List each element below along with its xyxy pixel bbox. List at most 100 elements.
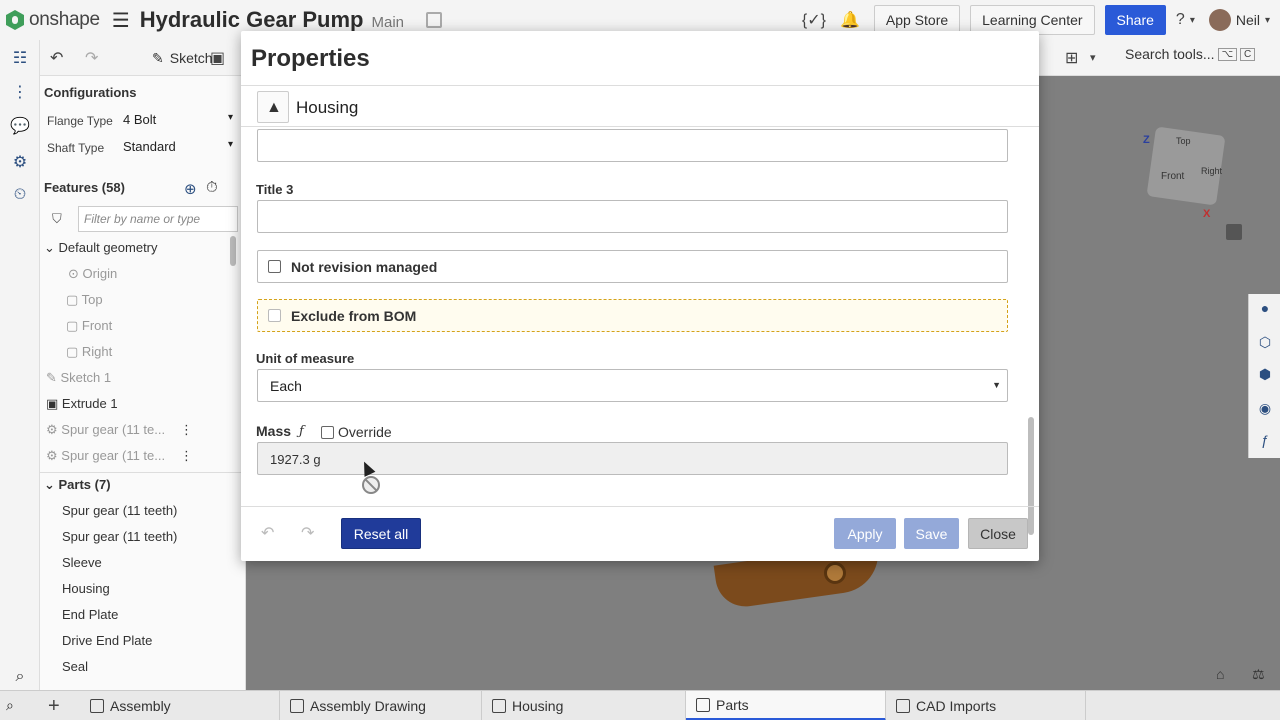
part-item[interactable]: Spur gear (11 teeth) [62,503,177,518]
undo-icon[interactable]: ↶ [50,48,63,68]
comments-icon[interactable]: 💬 [10,116,30,136]
part-item[interactable]: Drive End Plate [62,633,152,648]
variable-icon[interactable]: {✓} [802,10,826,30]
drawing-icon [492,699,506,713]
redo-icon[interactable]: ↷ [85,48,98,68]
view-cube-front[interactable]: Front [1161,171,1184,182]
view-options-icon[interactable] [1226,224,1242,240]
camera-icon[interactable]: ◉ [1257,400,1273,416]
axis-z-label: Z [1143,134,1150,146]
feature-options-icon[interactable]: ⋮ [180,422,193,438]
units-icon[interactable]: ⚖ [1252,666,1265,683]
measure-icon[interactable]: ⌂ [1216,666,1224,682]
sketch-button[interactable]: ✎ Sketch [152,46,213,70]
rollback-timer-icon[interactable]: ⏱ [206,179,218,196]
user-name[interactable]: Neil [1236,12,1260,28]
tab-manager-icon[interactable]: ⌕ [6,697,14,714]
tree-item-right[interactable]: ▢ Right [66,344,112,360]
title3-input[interactable] [257,200,1008,233]
not-revision-managed-row[interactable]: Not revision managed [257,250,1008,283]
select-caret-icon: ▼ [992,380,1001,390]
tab-housing[interactable]: Housing [482,691,686,720]
instances-icon[interactable]: ⋮ [10,82,30,102]
help-caret-icon[interactable]: ▾ [1190,15,1195,26]
dialog-scrollbar[interactable] [1028,417,1034,535]
avatar[interactable] [1208,9,1231,31]
configurations-title: Configurations [44,85,137,100]
toolbar-caret-icon[interactable]: ▾ [1090,51,1096,64]
tree-item-top[interactable]: ▢ Top [66,292,103,308]
document-info-icon[interactable] [426,12,443,28]
view-cube-right[interactable]: Right [1201,166,1222,176]
document-title[interactable]: Hydraulic Gear Pump [140,7,364,33]
config-label-flange: Flange Type [47,114,113,128]
extrude-icon[interactable]: ▣ [210,48,225,68]
tab-cad-imports[interactable]: CAD Imports [886,691,1086,720]
feature-filter-input[interactable]: Filter by name or type [78,206,238,232]
user-menu-caret-icon[interactable]: ▾ [1265,15,1270,26]
feature-panel: Configurations Flange Type 4 Bolt Shaft … [40,76,246,690]
parts-title[interactable]: ⌄ Parts (7) [44,477,111,493]
share-button[interactable]: Share [1104,5,1166,35]
exclude-bom-checkbox[interactable] [268,309,281,322]
apply-button[interactable]: Apply [834,518,896,549]
tree-item-sketch1[interactable]: ✎ Sketch 1 [46,370,111,386]
feature-options-icon[interactable]: ⋮ [180,448,193,464]
mate-connector-icon[interactable]: ⊞ [1065,48,1078,68]
undo-icon[interactable]: ↶ [261,523,274,543]
unit-of-measure-select[interactable]: Each ▼ [257,369,1008,402]
help-icon[interactable]: ? [1176,11,1185,29]
part-item[interactable]: Sleeve [62,555,102,570]
branch-name[interactable]: Main [372,14,405,31]
override-group[interactable]: Override [321,424,392,440]
search-tools-button[interactable]: Search tools... ⌥ C [1125,46,1256,62]
tab-assembly-drawing[interactable]: Assembly Drawing [280,691,482,720]
redo-icon[interactable]: ↷ [301,523,314,543]
sketch-label: Sketch [169,50,213,66]
filter-icon[interactable]: ⛉ [52,211,62,227]
not-revision-managed-checkbox[interactable] [268,260,281,273]
tree-item-origin[interactable]: ⊙ Origin [68,266,117,282]
parts-icon[interactable]: ⚙ [10,152,30,172]
tab-parts[interactable]: Parts [686,691,886,720]
properties-form: Title 3 Not revision managed Exclude fro… [241,127,1039,507]
part-item[interactable]: Spur gear (11 teeth) [62,529,177,544]
override-checkbox[interactable] [321,425,334,439]
tree-item-spur-gear-2[interactable]: ⚙ Spur gear (11 te... [46,448,165,464]
unit-of-measure-value: Each [270,378,302,394]
exclude-bom-row[interactable]: Exclude from BOM [257,299,1008,332]
feature-list-icon[interactable]: ☷ [10,48,30,68]
close-button[interactable]: Close [968,518,1028,549]
part-item[interactable]: End Plate [62,607,118,622]
menu-icon[interactable]: ☰ [112,8,130,33]
add-tab-icon[interactable]: + [48,695,60,718]
tree-item-extrude1[interactable]: ▣ Extrude 1 [46,396,118,412]
zoom-search-icon[interactable]: ⌕ [10,668,30,688]
view-cube-top[interactable]: Top [1176,136,1191,146]
part-item[interactable]: Seal [62,659,88,674]
named-views-icon[interactable]: ⬡ [1257,334,1273,350]
tree-item-front[interactable]: ▢ Front [66,318,112,334]
appearance-icon[interactable]: ● [1257,300,1273,316]
add-folder-icon[interactable]: ⊕ [184,180,197,198]
dialog-title: Properties [251,45,370,72]
reset-all-button[interactable]: Reset all [341,518,421,549]
onshape-logo[interactable]: onshape [6,9,100,31]
tab-assembly[interactable]: Assembly [80,691,280,720]
function-icon[interactable]: ƒ [299,424,304,439]
feature-scrollbar[interactable] [230,236,236,266]
history-icon[interactable]: ⏲ [10,186,30,206]
save-button[interactable]: Save [904,518,959,549]
variable-table-icon[interactable]: ƒ [1257,432,1273,448]
config-select-shaft[interactable]: Standard [123,139,233,154]
tree-item-spur-gear-1[interactable]: ⚙ Spur gear (11 te... [46,422,165,438]
tree-item-default-geometry[interactable]: ⌄ Default geometry [44,240,158,256]
model-hole [824,562,846,584]
render-icon[interactable]: ⬢ [1257,366,1273,382]
document-tabs: ⌕ + Assembly Assembly Drawing Housing Pa… [0,690,1280,720]
notification-bell-icon[interactable]: 🔔 [840,10,860,30]
title2-input[interactable] [257,129,1008,162]
config-select-flange[interactable]: 4 Bolt [123,112,233,127]
onshape-logo-icon [6,10,24,30]
part-item[interactable]: Housing [62,581,110,596]
